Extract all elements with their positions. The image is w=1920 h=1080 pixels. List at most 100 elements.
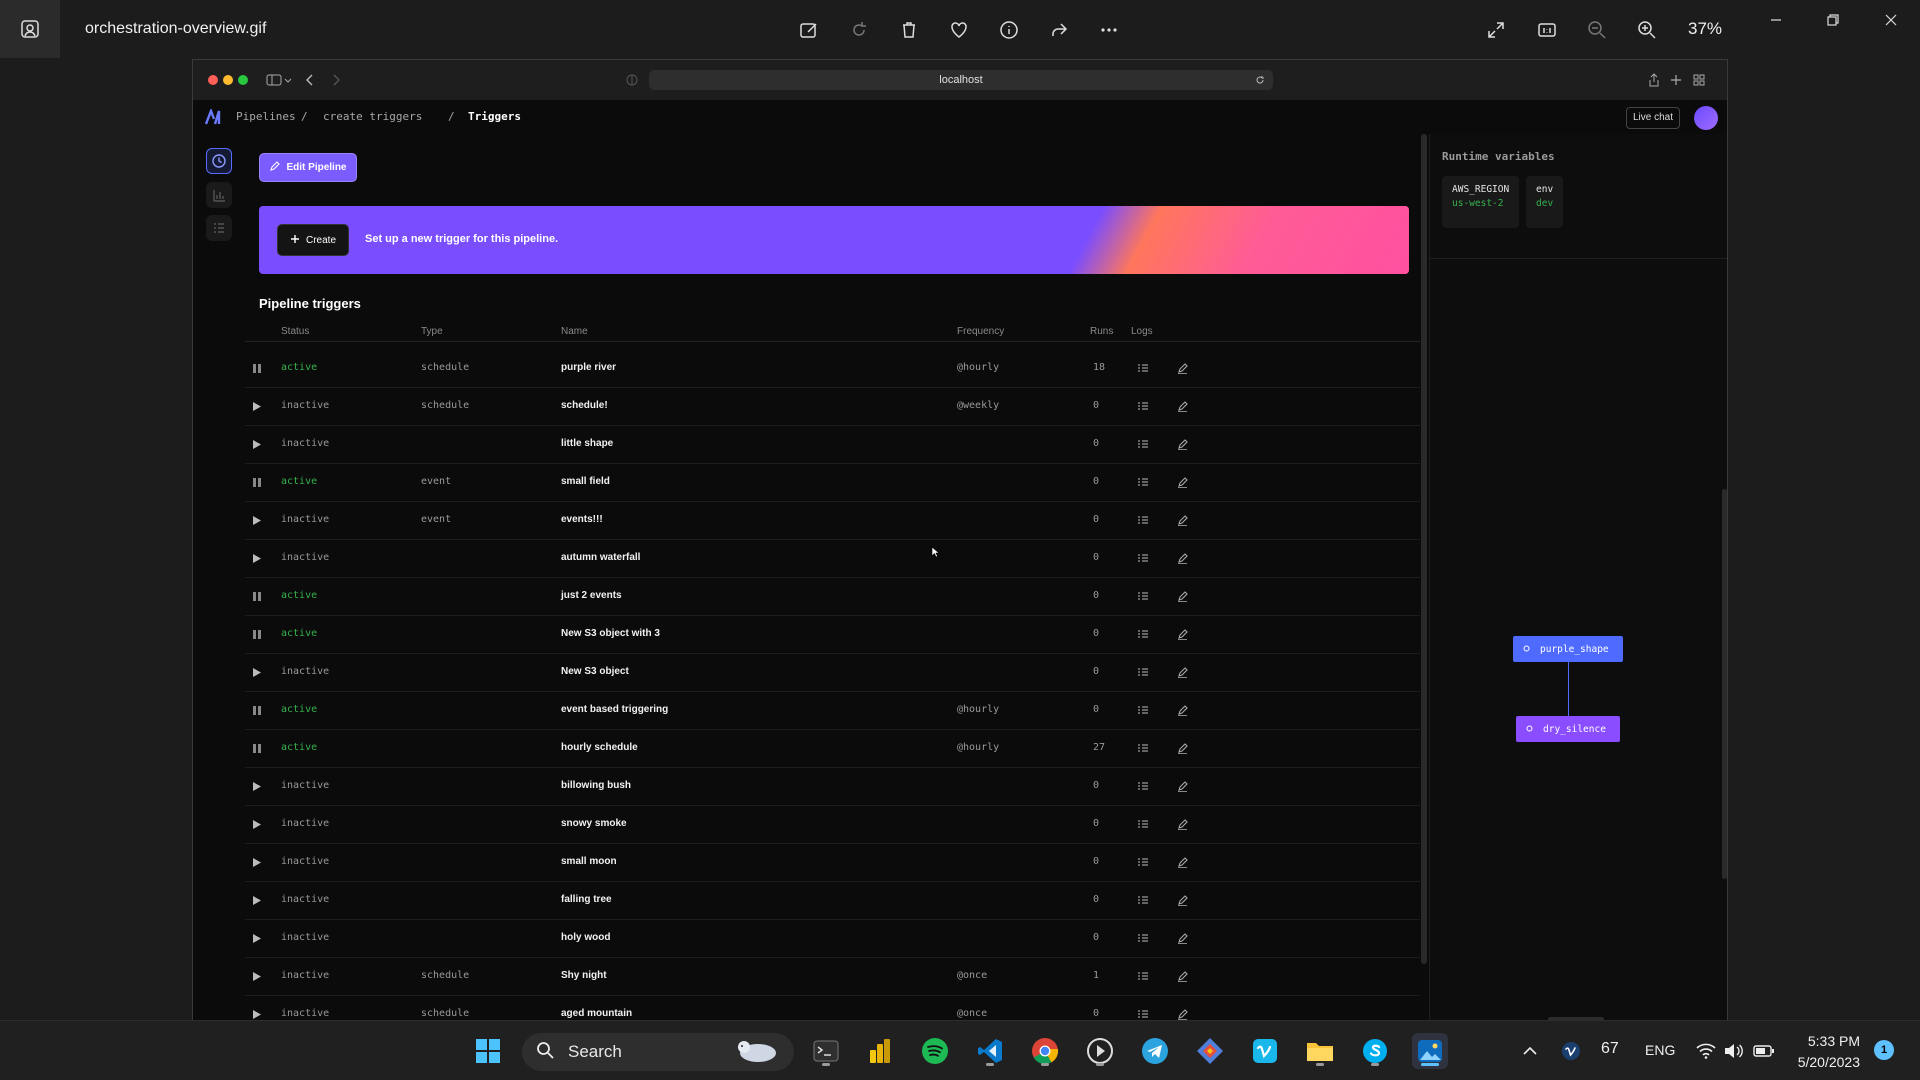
vimeo-tray-icon[interactable]	[1553, 1033, 1589, 1069]
logs-icon[interactable]	[1135, 702, 1151, 718]
play-icon[interactable]	[249, 398, 265, 414]
create-trigger-button[interactable]: Create	[277, 224, 349, 256]
block-node[interactable]: dry_silence	[1516, 716, 1620, 742]
actual-size-icon[interactable]	[1533, 16, 1561, 44]
trigger-name[interactable]: event based triggering	[561, 704, 668, 715]
panel-scrollbar[interactable]	[1722, 489, 1727, 879]
trigger-name[interactable]: autumn waterfall	[561, 552, 640, 563]
power-bi-icon[interactable]	[862, 1033, 898, 1069]
edit-image-icon[interactable]	[795, 16, 823, 44]
pause-icon[interactable]	[249, 702, 265, 718]
pause-icon[interactable]	[249, 474, 265, 490]
fullscreen-icon[interactable]	[1482, 16, 1510, 44]
trigger-name[interactable]: schedule!	[561, 400, 608, 411]
edit-icon[interactable]	[1174, 968, 1190, 984]
restore-icon[interactable]	[1813, 8, 1853, 32]
play-icon[interactable]	[249, 778, 265, 794]
logs-icon[interactable]	[1135, 854, 1151, 870]
trigger-name[interactable]: purple river	[561, 362, 616, 373]
nav-triggers-icon[interactable]	[206, 148, 232, 174]
trigger-name[interactable]: aged mountain	[561, 1008, 632, 1019]
table-row[interactable]: inactive event events!!! 0	[245, 502, 1420, 540]
edit-icon[interactable]	[1174, 1006, 1190, 1020]
table-scrollbar[interactable]	[1421, 134, 1427, 964]
trigger-name[interactable]: small moon	[561, 856, 617, 867]
chrome-icon[interactable]	[1027, 1033, 1063, 1069]
chevron-up-icon[interactable]	[1512, 1033, 1548, 1069]
play-icon[interactable]	[249, 436, 265, 452]
column-runs[interactable]: Runs	[1090, 326, 1113, 337]
logs-icon[interactable]	[1135, 778, 1151, 794]
trigger-name[interactable]: New S3 object with 3	[561, 628, 660, 639]
privacy-shield-icon[interactable]	[623, 71, 641, 89]
logs-icon[interactable]	[1135, 398, 1151, 414]
play-icon[interactable]	[249, 854, 265, 870]
breadcrumb-pipeline[interactable]: create triggers	[323, 110, 422, 123]
table-scrollbar-thumb[interactable]	[1421, 134, 1427, 964]
terminal-icon[interactable]	[808, 1033, 844, 1069]
back-icon[interactable]	[301, 71, 319, 89]
forward-icon[interactable]	[327, 71, 345, 89]
table-row[interactable]: inactive small moon 0	[245, 844, 1420, 882]
logs-icon[interactable]	[1135, 512, 1151, 528]
trigger-name[interactable]: New S3 object	[561, 666, 629, 677]
table-row[interactable]: inactive little shape 0	[245, 426, 1420, 464]
reload-icon[interactable]	[1251, 71, 1269, 89]
table-row[interactable]: inactive snowy smoke 0	[245, 806, 1420, 844]
column-status[interactable]: Status	[281, 326, 309, 337]
trigger-name[interactable]: just 2 events	[561, 590, 622, 601]
delete-icon[interactable]	[895, 16, 923, 44]
minimize-icon[interactable]	[1756, 8, 1796, 32]
edit-icon[interactable]	[1174, 626, 1190, 642]
table-row[interactable]: active New S3 object with 3 0	[245, 616, 1420, 654]
play-icon[interactable]	[249, 968, 265, 984]
edit-icon[interactable]	[1174, 550, 1190, 566]
column-frequency[interactable]: Frequency	[957, 326, 1004, 337]
share-page-icon[interactable]	[1645, 71, 1663, 89]
nav-metrics-icon[interactable]	[206, 182, 232, 208]
table-row[interactable]: active event small field 0	[245, 464, 1420, 502]
edit-icon[interactable]	[1174, 398, 1190, 414]
logs-icon[interactable]	[1135, 892, 1151, 908]
logs-icon[interactable]	[1135, 360, 1151, 376]
tab-overview-icon[interactable]	[1690, 71, 1708, 89]
close-icon[interactable]	[1871, 8, 1911, 32]
edit-icon[interactable]	[1174, 816, 1190, 832]
zoom-out-icon[interactable]	[1583, 16, 1611, 44]
trigger-name[interactable]: hourly schedule	[561, 742, 638, 753]
pause-icon[interactable]	[249, 588, 265, 604]
logs-icon[interactable]	[1135, 474, 1151, 490]
edit-icon[interactable]	[1174, 854, 1190, 870]
edit-icon[interactable]	[1174, 930, 1190, 946]
edit-icon[interactable]	[1174, 702, 1190, 718]
spotify-icon[interactable]	[917, 1033, 953, 1069]
address-bar[interactable]: localhost	[649, 70, 1273, 90]
play-icon[interactable]	[249, 816, 265, 832]
table-row[interactable]: inactive schedule Shy night @once 1	[245, 958, 1420, 996]
skype-icon[interactable]	[1357, 1033, 1393, 1069]
mage-logo-icon[interactable]	[204, 107, 223, 130]
info-icon[interactable]	[995, 16, 1023, 44]
trigger-name[interactable]: little shape	[561, 438, 613, 449]
table-row[interactable]: inactive falling tree 0	[245, 882, 1420, 920]
edit-icon[interactable]	[1174, 360, 1190, 376]
logs-icon[interactable]	[1135, 740, 1151, 756]
pause-icon[interactable]	[249, 626, 265, 642]
play-icon[interactable]	[249, 512, 265, 528]
logs-icon[interactable]	[1135, 626, 1151, 642]
edit-icon[interactable]	[1174, 436, 1190, 452]
logs-icon[interactable]	[1135, 968, 1151, 984]
column-name[interactable]: Name	[561, 326, 588, 337]
taskbar-clock[interactable]: 5:33 PM 5/20/2023	[1790, 1031, 1860, 1073]
table-row[interactable]: inactive schedule aged mountain @once 0	[245, 996, 1420, 1020]
app-diamond-icon[interactable]	[1192, 1033, 1228, 1069]
table-row[interactable]: active just 2 events 0	[245, 578, 1420, 616]
new-tab-icon[interactable]	[1667, 71, 1685, 89]
play-icon[interactable]	[249, 664, 265, 680]
battery-icon[interactable]	[1746, 1033, 1782, 1069]
play-icon[interactable]	[249, 1006, 265, 1020]
logs-icon[interactable]	[1135, 930, 1151, 946]
table-row[interactable]: active schedule purple river @hourly 18	[245, 350, 1420, 388]
photos-app-icon[interactable]	[0, 0, 60, 58]
trigger-name[interactable]: snowy smoke	[561, 818, 627, 829]
